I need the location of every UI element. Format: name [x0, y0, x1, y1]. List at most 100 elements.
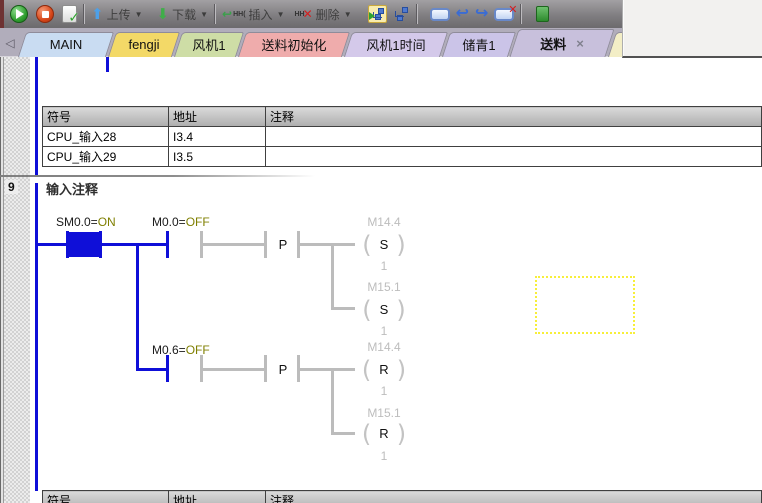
tab-main[interactable]: MAIN: [22, 32, 110, 57]
run-button[interactable]: [10, 5, 28, 23]
red-x-icon: ✕: [508, 3, 517, 16]
contact-sm00-energized-fill[interactable]: [69, 232, 99, 257]
symbol-table-header-row: 符号 地址 注释: [43, 491, 762, 503]
chevron-down-icon[interactable]: ▼: [344, 10, 352, 19]
delete-button[interactable]: HH ✕ 删除 ▼: [294, 6, 351, 23]
download-arrow-icon: ⬇: [157, 7, 170, 22]
reset-coil[interactable]: (R): [353, 356, 415, 383]
tab-fengji1-time[interactable]: 风机1时间: [348, 32, 444, 57]
delete-x-icon: ✕: [303, 7, 313, 21]
download-label: 下载: [172, 6, 196, 23]
wire: [331, 432, 355, 435]
table-row[interactable]: CPU_输入29 I3.5: [43, 147, 762, 167]
address-cell[interactable]: I3.4: [169, 127, 266, 147]
wire: [300, 368, 355, 371]
download-button[interactable]: ⬇ 下载 ▼: [157, 6, 209, 23]
contact-state: ON: [98, 215, 116, 229]
reset-coil[interactable]: (R): [353, 420, 415, 447]
contact-m06-left-bar[interactable]: [166, 355, 169, 382]
selection-rectangle[interactable]: [535, 276, 635, 334]
stop-button[interactable]: [36, 5, 54, 23]
chevron-down-icon[interactable]: ▼: [277, 10, 285, 19]
symbol-table-header-row: 符号 地址 注释: [43, 107, 762, 127]
network-title[interactable]: 输入注释: [46, 179, 98, 198]
wire: [300, 243, 355, 246]
chevron-down-icon[interactable]: ▼: [135, 10, 143, 19]
tab-label: 风机1: [192, 35, 225, 54]
chevron-down-icon[interactable]: ▼: [200, 10, 208, 19]
wire: [203, 243, 265, 246]
coil-branch-wire: [331, 368, 334, 434]
tab-label: 送料初始化: [261, 35, 326, 54]
toolbar-separator: [83, 4, 85, 24]
network-box-button[interactable]: [430, 8, 450, 21]
tab-label: 储青1: [462, 35, 495, 54]
power-rail: [35, 57, 38, 175]
set-coil[interactable]: (S): [353, 296, 415, 323]
play-mini-icon: [369, 12, 375, 20]
ladder-editor-canvas: 符号 地址 注释 CPU_输入28 I3.4 CPU_输入29 I3.5: [0, 57, 762, 503]
upload-arrow-icon: ⬆: [91, 7, 104, 22]
connector-icon: [395, 11, 404, 17]
symbol-cell[interactable]: CPU_输入29: [43, 147, 169, 167]
delete-label: 删除: [316, 6, 340, 23]
coil-address: M15.1: [353, 406, 415, 420]
wire-stub: [106, 57, 109, 72]
col-header-comment: 注释: [266, 491, 762, 503]
wire: [35, 243, 68, 246]
compile-button[interactable]: ✓: [62, 5, 77, 23]
tab-songliao-init[interactable]: 送料初始化: [242, 32, 346, 57]
comment-cell[interactable]: [266, 127, 762, 147]
col-header-symbol: 符号: [43, 107, 169, 127]
delete-network-button[interactable]: ✕: [494, 8, 514, 21]
positive-edge-contact[interactable]: P: [266, 362, 300, 377]
col-header-address: 地址: [169, 491, 266, 503]
program-block-button[interactable]: [391, 5, 410, 23]
toolbar-separator: [416, 4, 418, 24]
upload-label: 上传: [107, 6, 131, 23]
insert-icon: ↩: [222, 7, 232, 21]
set-coil[interactable]: (S): [353, 231, 415, 258]
coil-address: M15.1: [353, 280, 415, 294]
comment-cell[interactable]: [266, 147, 762, 167]
toolbar-separator: [214, 4, 216, 24]
coil-branch-wire: [331, 243, 334, 309]
tab-songliao-active[interactable]: 送料 ×: [514, 29, 610, 57]
branch-left-icon[interactable]: ↩: [456, 6, 469, 22]
table-row[interactable]: CPU_输入28 I3.4: [43, 127, 762, 147]
coil-address: M14.4: [353, 340, 415, 354]
margin-hatch: [4, 57, 30, 503]
tab-fengji[interactable]: fengji: [112, 32, 176, 57]
insert-button[interactable]: ↩ HH( 插入 ▼: [222, 6, 284, 23]
branch-wire: [136, 243, 139, 371]
branch-right-icon[interactable]: ↪: [475, 6, 488, 22]
compile-check-icon: ✓: [62, 5, 77, 23]
network-number: 9: [5, 180, 18, 194]
positive-edge-contact[interactable]: P: [266, 237, 300, 252]
wire: [331, 307, 355, 310]
tab-chuqing1[interactable]: 储青1: [446, 32, 512, 57]
col-header-address: 地址: [169, 107, 266, 127]
contact-state: OFF: [186, 343, 210, 357]
coil-count: 1: [353, 449, 415, 463]
wire: [136, 368, 169, 371]
contact-label-m00: M0.0=OFF: [152, 215, 210, 229]
green-doc-icon[interactable]: [536, 6, 549, 22]
popup-panel: [622, 0, 762, 58]
power-rail: [35, 183, 38, 491]
col-header-symbol: 符号: [43, 491, 169, 503]
tab-fengji1[interactable]: 风机1: [178, 32, 240, 57]
coil-count: 1: [353, 324, 415, 338]
col-header-comment: 注释: [266, 107, 762, 127]
coil-count: 1: [353, 384, 415, 398]
program-block-run-button[interactable]: [368, 5, 387, 23]
contact-m00-left-bar[interactable]: [166, 231, 169, 258]
tab-label: MAIN: [50, 37, 83, 52]
contact-state: OFF: [186, 215, 210, 229]
insert-label: 插入: [249, 6, 273, 23]
upload-button[interactable]: ⬆ 上传 ▼: [91, 6, 143, 23]
address-cell[interactable]: I3.5: [169, 147, 266, 167]
symbol-cell[interactable]: CPU_输入28: [43, 127, 169, 147]
tab-scroll-left-button[interactable]: ◁: [2, 33, 18, 53]
tab-close-icon[interactable]: ×: [576, 36, 584, 51]
